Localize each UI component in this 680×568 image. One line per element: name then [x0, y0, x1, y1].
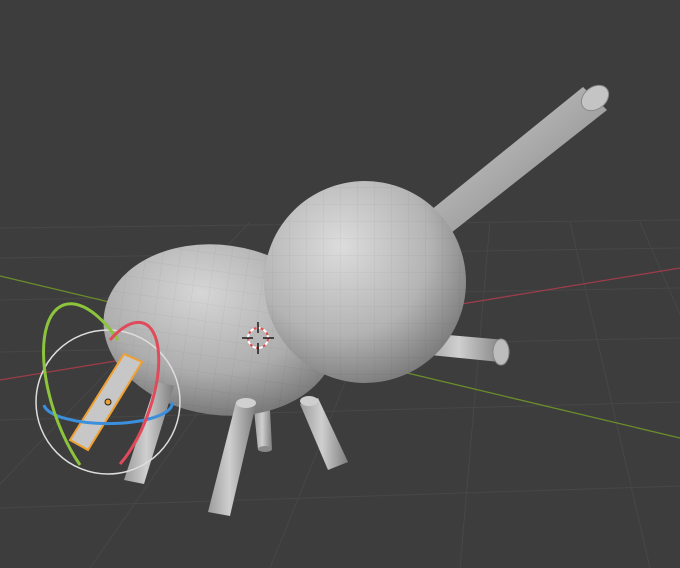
- back-leg[interactable]: [254, 410, 272, 452]
- 3d-viewport[interactable]: [0, 0, 680, 568]
- viewport-scene[interactable]: [0, 0, 680, 568]
- antenna[interactable]: [415, 80, 614, 244]
- mid-leg[interactable]: [300, 396, 348, 470]
- head-mesh[interactable]: [264, 181, 466, 383]
- gizmo-pivot: [104, 398, 112, 406]
- side-leg[interactable]: [124, 382, 174, 484]
